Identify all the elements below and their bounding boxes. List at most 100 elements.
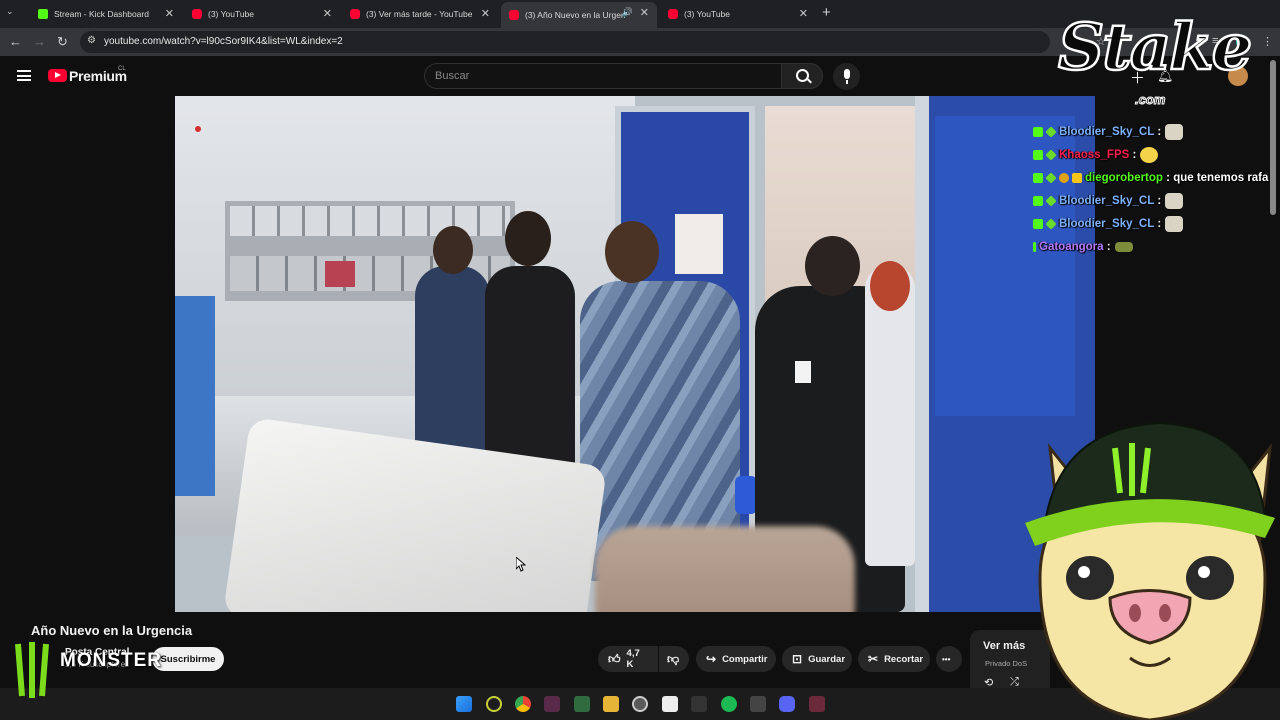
tab-title: Stream - Kick Dashboard (54, 9, 149, 19)
kick-badge-icon (1033, 242, 1036, 252)
tab-title: (3) YouTube (684, 9, 730, 19)
like-button[interactable]: 👍︎ 4,7 K (598, 646, 658, 672)
cat-emote-icon (1165, 193, 1184, 209)
smug-emote-icon (1140, 147, 1159, 163)
playlist-title[interactable]: Ver más (983, 640, 1025, 652)
tab-kick-dashboard[interactable]: Stream - Kick Dashboard ✕ (30, 3, 182, 25)
monster-claw-logo (15, 642, 49, 698)
url-text: youtube.com/watch?v=l90cSor9IK4&list=WL&… (104, 36, 343, 47)
chat-message: Bloodier_Sky_CL : (1033, 191, 1184, 211)
head (433, 226, 473, 274)
reload-icon[interactable]: ↻ (57, 34, 68, 50)
app-icon[interactable] (809, 696, 825, 712)
door-sign (675, 214, 723, 274)
new-tab-button[interactable]: + (822, 4, 831, 21)
windows-start-icon[interactable] (456, 696, 472, 712)
blue-glove (735, 476, 757, 514)
id-badge (795, 361, 811, 383)
search-button[interactable] (781, 63, 823, 89)
kick-icon (38, 9, 48, 19)
page-scrollbar[interactable] (1270, 60, 1276, 215)
gift-badge-icon (1059, 173, 1069, 183)
video-title: Año Nuevo en la Urgencia (31, 623, 193, 638)
bookmark-icon: ⊡ (792, 652, 803, 666)
more-vert-icon[interactable]: ⋮ (1262, 35, 1273, 48)
discord-icon[interactable] (779, 696, 795, 712)
person-white-coat (865, 266, 915, 566)
app-icon[interactable] (691, 696, 707, 712)
tab-ver-mas-tarde[interactable]: (3) Ver más tarde - YouTube ✕ (342, 3, 498, 25)
clip-button[interactable]: ✂ Recortar (858, 646, 930, 672)
tab-title: (3) YouTube (208, 9, 254, 19)
video-player[interactable] (175, 96, 1095, 612)
turtle-emote-icon (1114, 242, 1133, 252)
sub-badge-icon (1045, 218, 1057, 230)
speaker-icon[interactable]: 🔊 (622, 7, 633, 18)
tab-search-icon[interactable]: ⌄ (6, 6, 14, 17)
close-icon[interactable]: ✕ (640, 6, 649, 19)
dislike-button[interactable]: 👎︎ (659, 646, 689, 672)
spotify-icon[interactable] (721, 696, 737, 712)
cat-emote-icon (1165, 216, 1184, 232)
chat-username: Bloodier_Sky_CL (1059, 195, 1155, 207)
tab-title: (3) Ver más tarde - YouTube (366, 9, 473, 19)
tab-youtube-2[interactable]: (3) YouTube ✕ (660, 3, 816, 25)
save-button[interactable]: ⊡ Guardar (782, 646, 852, 672)
close-icon[interactable]: ✕ (323, 7, 332, 20)
subscribe-button[interactable]: Suscribirme (152, 647, 224, 671)
file-explorer-icon[interactable] (603, 696, 619, 712)
tab-youtube-1[interactable]: (3) YouTube ✕ (184, 3, 340, 25)
chat-message: Gatoangora : (1033, 237, 1133, 257)
save-label: Guardar (808, 653, 846, 665)
country-code: CL (118, 66, 126, 72)
like-count: 4,7 K (626, 648, 640, 670)
app-icon[interactable] (486, 696, 502, 712)
chat-message: Bloodier_Sky_CL : (1033, 214, 1184, 234)
chat-message: Khaoss_FPS : (1033, 145, 1159, 165)
stake-logo-suffix: .com (1134, 92, 1166, 108)
back-icon[interactable]: ← (9, 34, 22, 49)
stake-logo: Stake (1057, 9, 1254, 87)
share-button[interactable]: ↪ Compartir (696, 646, 776, 672)
app-icon[interactable] (574, 696, 590, 712)
kick-badge-icon (1033, 219, 1043, 229)
chat-username: diegorobertop (1085, 172, 1163, 184)
red-box (325, 261, 355, 287)
head (605, 221, 659, 283)
crown-badge-icon (1072, 173, 1082, 183)
close-icon[interactable]: ✕ (165, 7, 174, 20)
youtube-icon (509, 10, 519, 20)
shelf-bins (230, 206, 510, 236)
kick-badge-icon (1033, 150, 1043, 160)
kick-badge-icon (1033, 196, 1043, 206)
app-icon[interactable] (662, 696, 678, 712)
search-box (424, 63, 782, 89)
forward-icon[interactable]: → (33, 34, 46, 49)
address-bar[interactable]: ⚙ youtube.com/watch?v=l90cSor9IK4&list=W… (80, 31, 1050, 53)
person-blue-edge (175, 296, 215, 496)
chrome-icon[interactable] (515, 696, 531, 712)
chat-text: que tenemos rafa (1173, 172, 1269, 184)
youtube-icon (192, 9, 202, 19)
app-icon[interactable] (544, 696, 560, 712)
share-label: Compartir (722, 653, 768, 665)
kick-badge-icon (1033, 127, 1043, 137)
microphone-icon[interactable] (833, 63, 860, 90)
close-icon[interactable]: ✕ (799, 7, 808, 20)
monster-wordmark: MONSTER (60, 650, 162, 671)
more-actions-button[interactable]: ••• (936, 646, 962, 672)
close-icon[interactable]: ✕ (481, 7, 490, 20)
app-icon[interactable] (750, 696, 766, 712)
youtube-icon (350, 9, 360, 19)
cat-emote-icon (1165, 124, 1184, 140)
youtube-icon (668, 9, 678, 19)
site-settings-icon[interactable]: ⚙ (87, 35, 96, 46)
search-input[interactable] (435, 70, 765, 82)
kick-badge-icon (1033, 173, 1043, 183)
chat-username: Khaoss_FPS (1059, 149, 1130, 161)
youtube-logo-icon[interactable] (48, 69, 67, 82)
obs-icon[interactable] (632, 696, 648, 712)
hamburger-menu-icon[interactable] (17, 70, 31, 81)
streamer-cat-avatar (1025, 421, 1275, 720)
tab-ano-nuevo-urgencia[interactable]: (3) Año Nuevo en la Urgencia 🔊 ✕ (501, 2, 657, 28)
